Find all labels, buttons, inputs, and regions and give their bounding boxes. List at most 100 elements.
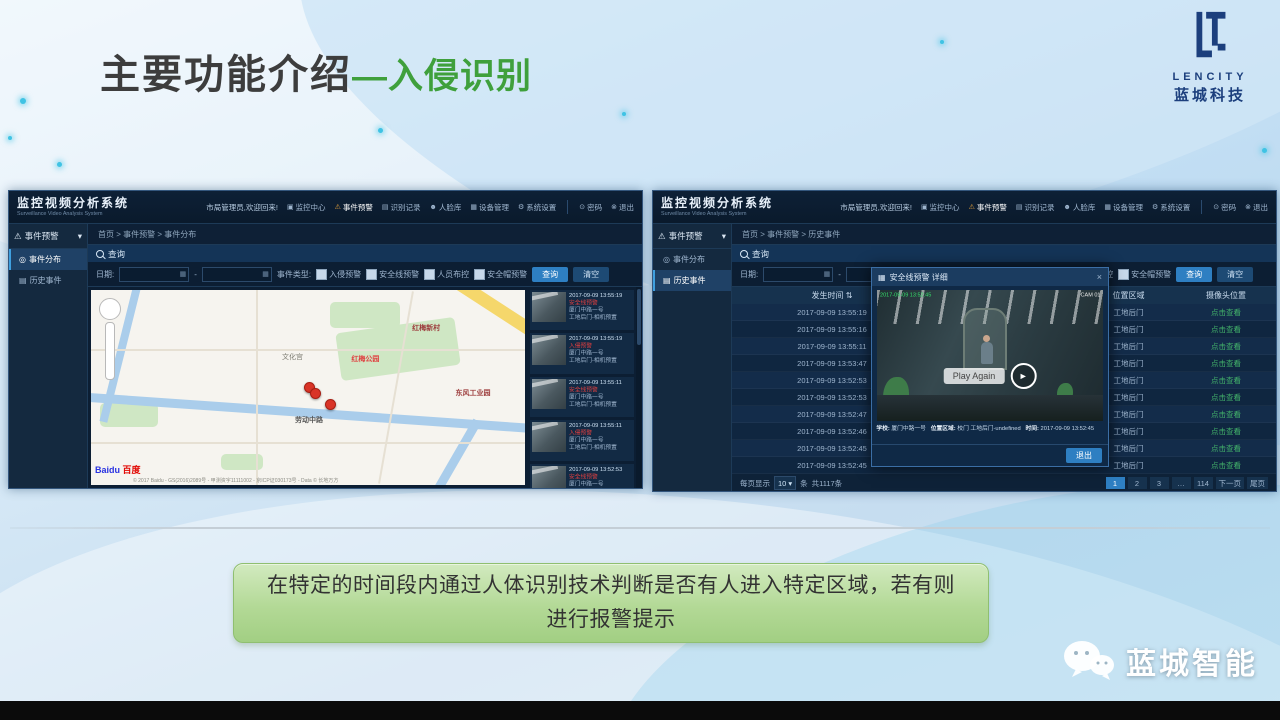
sidebar-group-event-alert[interactable]: ⚠ 事件预警 ▾ <box>653 224 731 249</box>
page-button-last-number[interactable]: 114 <box>1194 477 1213 489</box>
view-camera-link[interactable]: 点击查看 <box>1176 358 1276 369</box>
event-thumbnail[interactable] <box>532 335 566 365</box>
scrollbar-thumb[interactable] <box>637 289 641 345</box>
video-icon: ▦ <box>878 273 886 282</box>
play-again-button[interactable]: Play Again <box>944 368 1005 384</box>
event-type: 安全线预警 <box>569 386 621 393</box>
sidebar-item-history-events[interactable]: ▤ 历史事件 <box>9 270 87 291</box>
description-box: 在特定的时间段内通过人体识别技术判断是否有人进入特定区域，若有则进行报警提示 <box>233 563 989 643</box>
event-card[interactable]: 2017-09-09 13:55:19 安全线预警 厦门中路一号 工地后门-相机… <box>530 290 634 330</box>
map-zoom-slider[interactable] <box>105 322 115 380</box>
sidebar-item-event-distribution[interactable]: ◎ 事件分布 <box>9 249 87 270</box>
view-camera-link[interactable]: 点击查看 <box>1176 409 1276 420</box>
nav-label: 系统设置 <box>526 202 556 213</box>
sidebar-group-event-alert[interactable]: ⚠ 事件预警 ▾ <box>9 224 87 249</box>
logout-button[interactable]: ⊗退出 <box>611 202 634 213</box>
sort-icon[interactable]: ⇅ <box>846 291 853 300</box>
play-icon[interactable]: ► <box>1010 363 1036 389</box>
filter-type-helmet[interactable]: 安全帽预警 <box>474 269 527 280</box>
nav-item-device-management[interactable]: ▦设备管理 <box>1104 202 1143 213</box>
baidu-logo-cn: 百度 <box>123 465 141 475</box>
event-card[interactable]: 2017-09-09 13:55:11 入侵预警 厦门中路一号 工地后门-相机预… <box>530 420 634 460</box>
video-scene-person <box>981 342 993 364</box>
monitor-icon: ▣ <box>921 203 928 211</box>
view-camera-link[interactable]: 点击查看 <box>1176 426 1276 437</box>
date-from-input[interactable]: ▦ <box>119 267 189 282</box>
view-camera-link[interactable]: 点击查看 <box>1176 375 1276 386</box>
nav-item-monitor-center[interactable]: ▣监控中心 <box>287 202 326 213</box>
filter-type-helmet[interactable]: 安全帽预警 <box>1118 269 1171 280</box>
alert-icon: ⚠ <box>969 203 975 211</box>
event-thumbnail[interactable] <box>532 422 566 452</box>
nav-item-event-alert[interactable]: ⚠事件预警 <box>969 202 1007 213</box>
page-button-3[interactable]: 3 <box>1150 477 1169 489</box>
view-camera-link[interactable]: 点击查看 <box>1176 460 1276 471</box>
baidu-map[interactable]: 红梅公园 红梅新村 东风工业园 劳动中路 文化宫 Baidu 百度 <box>91 290 525 485</box>
query-button[interactable]: 查询 <box>532 267 568 282</box>
view-camera-link[interactable]: 点击查看 <box>1176 392 1276 403</box>
event-card[interactable]: 2017-09-09 13:55:11 安全线预警 厦门中路一号 工地后门-相机… <box>530 377 634 417</box>
event-thumbnail[interactable] <box>532 292 566 322</box>
school-value: 厦门中路一号 <box>891 425 926 431</box>
map-pan-control[interactable] <box>99 298 121 320</box>
clear-button[interactable]: 清空 <box>1217 267 1253 282</box>
settings-icon: ⚙ <box>518 203 524 211</box>
decor-dot <box>940 40 944 44</box>
baidu-logo-en: Baidu <box>95 465 120 475</box>
filter-type-intrusion[interactable]: 入侵预警 <box>316 269 361 280</box>
close-icon[interactable]: × <box>1097 272 1102 282</box>
checkbox-icon[interactable] <box>1118 269 1129 280</box>
view-camera-link[interactable]: 点击查看 <box>1176 443 1276 454</box>
view-camera-link[interactable]: 点击查看 <box>1176 324 1276 335</box>
event-map-marker[interactable] <box>310 388 321 399</box>
map-content: 红梅公园 红梅新村 东风工业园 劳动中路 文化宫 Baidu 百度 <box>88 287 642 488</box>
nav-item-system-settings[interactable]: ⚙系统设置 <box>1152 202 1190 213</box>
checkbox-icon[interactable] <box>366 269 377 280</box>
clear-button[interactable]: 清空 <box>573 267 609 282</box>
filter-type-personnel[interactable]: 人员布控 <box>424 269 469 280</box>
app-subtitle: Surveillance Video Analysis System <box>661 211 762 216</box>
sidebar-item-event-distribution[interactable]: ◎ 事件分布 <box>653 249 731 270</box>
per-page-select[interactable]: 10▾ <box>774 476 796 490</box>
nav-item-event-alert[interactable]: ⚠事件预警 <box>335 202 373 213</box>
view-camera-link[interactable]: 点击查看 <box>1176 307 1276 318</box>
checkbox-icon[interactable] <box>474 269 485 280</box>
event-card[interactable]: 2017-09-09 13:52:53 安全线预警 厦门中路一号 工地后门-相机… <box>530 464 634 489</box>
checkbox-icon[interactable] <box>424 269 435 280</box>
query-button[interactable]: 查询 <box>1176 267 1212 282</box>
nav-item-face-library[interactable]: ☻人脸库 <box>1063 202 1095 213</box>
password-button[interactable]: ⊙密码 <box>1213 202 1236 213</box>
app-subtitle: Surveillance Video Analysis System <box>17 211 118 216</box>
event-card[interactable]: 2017-09-09 13:55:19 入侵预警 厦门中路一号 工地后门-相机预… <box>530 333 634 373</box>
nav-item-system-settings[interactable]: ⚙系统设置 <box>518 202 556 213</box>
page-button-1[interactable]: 1 <box>1106 477 1125 489</box>
date-range-dash: - <box>838 270 841 279</box>
nav-item-device-management[interactable]: ▦设备管理 <box>470 202 509 213</box>
nav-item-face-library[interactable]: ☻人脸库 <box>429 202 461 213</box>
date-from-input[interactable]: ▦ <box>763 267 833 282</box>
event-thumbnail[interactable] <box>532 466 566 489</box>
exit-button[interactable]: 退出 <box>1066 448 1102 463</box>
date-to-input[interactable]: ▦ <box>202 267 272 282</box>
per-page-value: 10 <box>778 479 786 488</box>
nav-item-recognition-records[interactable]: ▤识别记录 <box>1016 202 1055 213</box>
nav-item-monitor-center[interactable]: ▣监控中心 <box>921 202 960 213</box>
next-page-button[interactable]: 下一页 <box>1216 477 1245 489</box>
sidebar-item-history-events[interactable]: ▤ 历史事件 <box>653 270 731 291</box>
filter-type-safety-line[interactable]: 安全线预警 <box>366 269 419 280</box>
video-player[interactable]: 2017-09-09 13:52:45 CAM 01 Play Again ► <box>877 290 1103 421</box>
logout-button[interactable]: ⊗退出 <box>1245 202 1268 213</box>
last-page-button[interactable]: 尾页 <box>1247 477 1268 489</box>
event-type: 入侵预警 <box>569 430 621 437</box>
event-map-marker[interactable] <box>325 399 336 410</box>
event-time: 2017-09-09 13:52:53 <box>569 466 621 473</box>
page-button-2[interactable]: 2 <box>1128 477 1147 489</box>
password-button[interactable]: ⊙密码 <box>579 202 602 213</box>
video-camera-overlay: CAM 01 <box>1080 292 1100 298</box>
nav-item-recognition-records[interactable]: ▤识别记录 <box>382 202 421 213</box>
view-camera-link[interactable]: 点击查看 <box>1176 341 1276 352</box>
scrollbar[interactable] <box>636 287 642 488</box>
checkbox-icon[interactable] <box>316 269 327 280</box>
event-thumbnail[interactable] <box>532 379 566 409</box>
page-buttons: 1 2 3 … 114 下一页 尾页 <box>1106 477 1269 489</box>
